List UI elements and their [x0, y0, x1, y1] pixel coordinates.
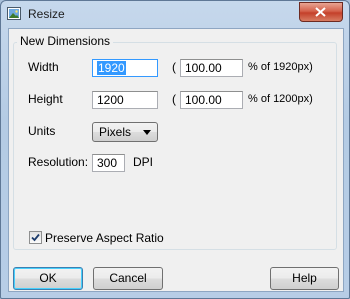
height-paren: ( — [172, 92, 176, 106]
width-field[interactable]: 1920 — [92, 59, 158, 77]
height-percent-value: 100.00 — [185, 93, 222, 107]
resolution-field[interactable]: 300 — [92, 154, 125, 172]
cancel-button[interactable]: Cancel — [93, 267, 163, 290]
units-dropdown[interactable]: Pixels — [92, 122, 158, 142]
preserve-aspect-checkbox[interactable] — [29, 231, 42, 244]
width-label: Width — [28, 60, 59, 74]
height-percent-suffix: % of 1200px) — [248, 93, 313, 105]
width-percent-suffix: % of 1920px) — [248, 61, 313, 73]
checkmark-icon — [31, 233, 40, 242]
height-percent-field[interactable]: 100.00 — [180, 91, 243, 109]
group-legend: New Dimensions — [17, 34, 114, 48]
resolution-unit: DPI — [133, 155, 154, 169]
width-percent-field[interactable]: 100.00 — [180, 59, 243, 77]
resolution-label: Resolution: — [28, 155, 89, 169]
dialog-client-area: New Dimensions Width 1920 ( 100.00 % of … — [8, 28, 344, 292]
help-button[interactable]: Help — [270, 267, 339, 290]
close-icon — [315, 7, 326, 17]
units-label: Units — [28, 124, 56, 138]
dropdown-arrow-icon — [143, 130, 151, 135]
preserve-aspect-label[interactable]: Preserve Aspect Ratio — [45, 231, 164, 245]
width-percent-value: 100.00 — [185, 61, 222, 75]
width-value: 1920 — [97, 61, 126, 75]
close-button[interactable] — [299, 2, 343, 22]
width-paren: ( — [172, 60, 176, 74]
title-bar[interactable]: Resize — [1, 1, 349, 28]
image-icon — [7, 7, 21, 20]
height-label: Height — [28, 92, 63, 106]
resolution-value: 300 — [97, 156, 118, 170]
ok-button[interactable]: OK — [13, 267, 83, 290]
height-field[interactable]: 1200 — [92, 91, 158, 109]
window-title: Resize — [28, 7, 65, 21]
resize-dialog: Resize New Dimensions Width 1920 ( 100.0… — [0, 0, 350, 299]
units-selected: Pixels — [99, 125, 132, 139]
height-value: 1200 — [97, 93, 124, 107]
